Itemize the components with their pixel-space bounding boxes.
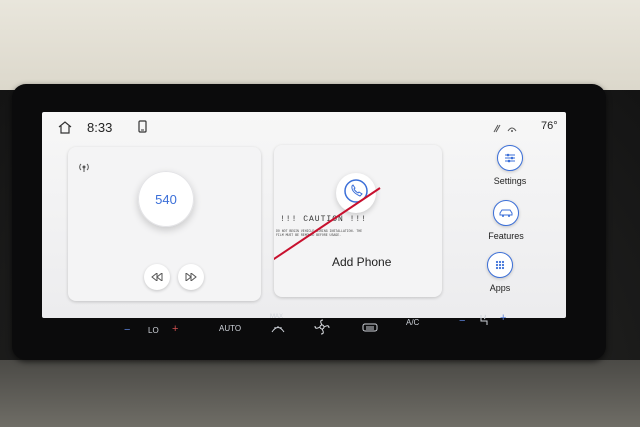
- max-defrost-label: MAX: [270, 314, 284, 320]
- status-bar: 8:33 76°: [42, 112, 566, 142]
- previous-track-icon: [151, 268, 163, 286]
- seat-heat-icon[interactable]: [478, 314, 490, 328]
- signal-icon: [492, 121, 520, 139]
- features-button[interactable]: Features: [478, 200, 534, 246]
- sliders-icon: [497, 145, 523, 171]
- left-temp-readout: LO: [148, 326, 159, 335]
- home-icon[interactable]: [58, 121, 72, 139]
- grid-icon: [487, 252, 513, 278]
- auto-climate-button[interactable]: AUTO: [219, 324, 241, 333]
- features-label: Features: [488, 231, 524, 241]
- left-temp-down-button[interactable]: −: [124, 324, 130, 336]
- ac-button[interactable]: A/C: [406, 318, 419, 327]
- sticker-tab-line: [274, 187, 381, 261]
- outside-temperature: 76°: [541, 120, 558, 132]
- fan-icon[interactable]: [314, 319, 330, 337]
- climate-control-bar: − LO + AUTO MAX A/C − +: [112, 312, 532, 340]
- previous-track-button[interactable]: [144, 264, 170, 290]
- radio-card[interactable]: 540: [68, 147, 261, 301]
- right-temp-down-button[interactable]: −: [459, 315, 465, 327]
- phone-icon[interactable]: [138, 120, 148, 139]
- rear-defrost-icon[interactable]: [362, 323, 378, 335]
- phone-card[interactable]: !!! CAUTION !!! DO NOT BEGIN VEHICLE WIR…: [274, 145, 442, 297]
- next-track-button[interactable]: [178, 264, 204, 290]
- apps-button[interactable]: Apps: [472, 252, 528, 298]
- radio-station-frequency: 540: [155, 191, 177, 207]
- max-defrost-icon[interactable]: [271, 323, 285, 335]
- settings-label: Settings: [493, 176, 527, 186]
- car-icon: [493, 200, 519, 226]
- right-temp-up-button[interactable]: +: [500, 312, 506, 324]
- antenna-icon: [78, 160, 90, 178]
- apps-label: Apps: [489, 283, 511, 293]
- infotainment-screen: 8:33 76° 540 !!! CAUTION !!! DO NOT BEGI…: [42, 112, 566, 318]
- settings-button[interactable]: Settings: [482, 145, 538, 191]
- left-temp-up-button[interactable]: +: [172, 323, 178, 335]
- next-track-icon: [185, 268, 197, 286]
- clock: 8:33: [87, 120, 113, 135]
- dashboard-lower-trim: [0, 360, 640, 427]
- radio-station-dial[interactable]: 540: [138, 171, 194, 227]
